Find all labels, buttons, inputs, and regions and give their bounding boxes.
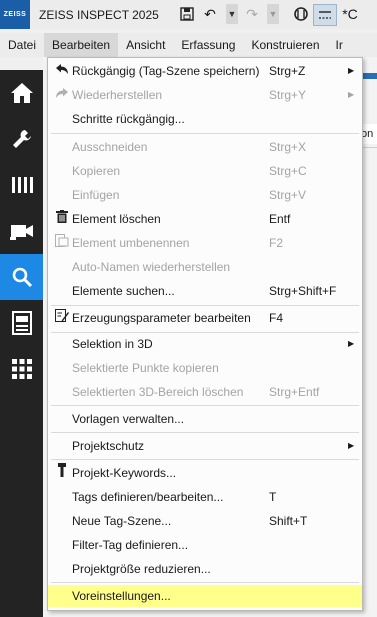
- menu-separator: [51, 582, 359, 583]
- menu-item-shortcut: Strg+Shift+F: [269, 284, 337, 298]
- save-icon[interactable]: [178, 4, 196, 24]
- snap-tool-icon[interactable]: *C: [340, 4, 360, 24]
- menu-item-copy[interactable]: Kopieren Strg+C: [48, 160, 362, 182]
- menu-item-label: Kopieren: [72, 164, 121, 178]
- menu-item-selection-3d[interactable]: Selektion in 3D ▶: [48, 333, 362, 355]
- menu-item-label: Selektierten 3D-Bereich löschen: [72, 385, 244, 399]
- undo-dropdown-icon[interactable]: ▼: [226, 4, 238, 24]
- menu-item-reduce-project-size[interactable]: Projektgröße reduzieren...: [48, 558, 362, 580]
- menu-separator: [51, 432, 359, 433]
- report-icon[interactable]: [0, 300, 43, 346]
- undo-icon: [54, 60, 70, 82]
- menu-item-shortcut: Entf: [269, 212, 291, 226]
- menu-konstruieren[interactable]: Konstruieren: [243, 33, 327, 57]
- menu-bearbeiten[interactable]: Bearbeiten: [44, 33, 119, 57]
- menu-item-edit-creation-params[interactable]: Erzeugungsparameter bearbeiten F4: [48, 307, 362, 329]
- submenu-arrow-icon: ▶: [348, 66, 355, 75]
- keywords-icon: [54, 462, 70, 484]
- wrench-icon[interactable]: [0, 116, 43, 162]
- menu-item-label: Projektschutz: [72, 439, 145, 453]
- redo-dropdown-icon[interactable]: ▼: [267, 4, 279, 24]
- menu-item-cut[interactable]: Ausschneiden Strg+X: [48, 136, 362, 158]
- tool-gear-icon[interactable]: [292, 4, 310, 24]
- menu-item-label: Neue Tag-Szene...: [72, 514, 172, 528]
- grid-icon[interactable]: [0, 346, 43, 392]
- menu-item-shortcut: Strg+V: [269, 188, 307, 202]
- menu-item-label: Elemente suchen...: [72, 284, 175, 298]
- edit-params-icon: [54, 307, 70, 329]
- menu-item-preferences[interactable]: Voreinstellungen...: [48, 585, 362, 607]
- menu-separator: [51, 405, 359, 406]
- menu-item-shortcut: Strg+C: [269, 164, 307, 178]
- menu-item-shortcut: Strg+X: [269, 140, 307, 154]
- left-sidebar: [0, 70, 43, 617]
- camera-icon[interactable]: [0, 208, 43, 254]
- submenu-arrow-icon: ▶: [348, 339, 355, 348]
- menu-item-label: Filter-Tag definieren...: [72, 538, 189, 552]
- menu-item-new-tag-scene[interactable]: Neue Tag-Szene... Shift+T: [48, 510, 362, 532]
- menu-item-label: Selektierte Punkte kopieren: [72, 361, 219, 375]
- menu-item-define-tags[interactable]: Tags definieren/bearbeiten... T: [48, 486, 362, 508]
- menu-item-label: Auto-Namen wiederherstellen: [72, 260, 231, 274]
- menu-item-label: Selektion in 3D: [72, 337, 153, 351]
- menu-item-label: Projektgröße reduzieren...: [72, 562, 211, 576]
- menu-bar: Datei Bearbeiten Ansicht Erfassung Konst…: [0, 33, 377, 57]
- menu-separator: [51, 305, 359, 306]
- menu-item-label: Vorlagen verwalten...: [72, 412, 185, 426]
- menu-item-redo[interactable]: Wiederherstellen Strg+Y ▶: [48, 84, 362, 106]
- menu-item-label: Erzeugungsparameter bearbeiten: [72, 311, 251, 325]
- menu-item-label: Wiederherstellen: [72, 88, 163, 102]
- menu-item-delete-3d-area[interactable]: Selektierten 3D-Bereich löschen Strg+Ent…: [48, 381, 362, 403]
- menu-item-shortcut: Shift+T: [269, 514, 308, 528]
- menu-ansicht[interactable]: Ansicht: [118, 33, 173, 57]
- menu-item-shortcut: Strg+Z: [269, 64, 306, 78]
- menu-datei[interactable]: Datei: [0, 33, 44, 57]
- bars-icon[interactable]: [0, 162, 43, 208]
- menu-item-shortcut: T: [269, 490, 277, 504]
- home-icon[interactable]: [0, 70, 43, 116]
- menu-item-label: Element umbenennen: [72, 236, 190, 250]
- menu-item-label: Ausschneiden: [72, 140, 148, 154]
- zeiss-logo: ZEISS: [0, 0, 30, 29]
- menu-item-label: Voreinstellungen...: [72, 589, 171, 603]
- menu-item-label: Einfügen: [72, 188, 120, 202]
- redo-icon: [54, 84, 70, 106]
- menu-item-shortcut: F2: [269, 236, 284, 250]
- surface-tool-icon[interactable]: [313, 4, 337, 26]
- search-icon[interactable]: [0, 254, 43, 300]
- menu-item-copy-selected-points[interactable]: Selektierte Punkte kopieren: [48, 357, 362, 379]
- rename-icon: [54, 232, 70, 254]
- menu-erfassung[interactable]: Erfassung: [173, 33, 243, 57]
- menu-item-undo-steps[interactable]: Schritte rückgängig...: [48, 108, 362, 130]
- undo-icon[interactable]: ↶: [202, 4, 218, 24]
- menu-item-shortcut: Strg+Entf: [269, 385, 320, 399]
- submenu-arrow-icon: ▶: [348, 441, 355, 450]
- menu-item-undo[interactable]: Rückgängig (Tag-Szene speichern) Strg+Z …: [48, 60, 362, 82]
- menu-item-paste[interactable]: Einfügen Strg+V: [48, 184, 362, 206]
- bearbeiten-dropdown-menu: Rückgängig (Tag-Szene speichern) Strg+Z …: [47, 57, 363, 611]
- menu-ir[interactable]: Ir: [328, 33, 351, 57]
- menu-item-shortcut: F4: [269, 311, 284, 325]
- redo-icon[interactable]: ↷: [244, 4, 260, 24]
- menu-item-define-filter-tag[interactable]: Filter-Tag definieren...: [48, 534, 362, 556]
- menu-item-restore-auto-names[interactable]: Auto-Namen wiederherstellen: [48, 256, 362, 278]
- menu-item-delete-element[interactable]: Element löschen Entf: [48, 208, 362, 230]
- menu-item-rename-element[interactable]: Element umbenennen F2: [48, 232, 362, 254]
- menu-separator: [51, 459, 359, 460]
- menu-item-find-elements[interactable]: Elemente suchen... Strg+Shift+F: [48, 280, 362, 302]
- menu-item-label: Schritte rückgängig...: [72, 112, 185, 126]
- menu-item-project-protection[interactable]: Projektschutz ▶: [48, 435, 362, 457]
- menu-item-shortcut: Strg+Y: [269, 88, 307, 102]
- menu-item-project-keywords[interactable]: Projekt-Keywords...: [48, 462, 362, 484]
- menu-item-label: Tags definieren/bearbeiten...: [72, 490, 224, 504]
- menu-item-manage-templates[interactable]: Vorlagen verwalten...: [48, 408, 362, 430]
- menu-separator: [51, 133, 359, 134]
- menu-item-label: Element löschen: [72, 212, 161, 226]
- trash-icon: [54, 208, 70, 230]
- submenu-arrow-icon: ▶: [348, 90, 355, 99]
- app-title: ZEISS INSPECT 2025: [39, 7, 159, 22]
- menu-item-label: Rückgängig (Tag-Szene speichern): [72, 64, 260, 78]
- menu-item-label: Projekt-Keywords...: [72, 466, 177, 480]
